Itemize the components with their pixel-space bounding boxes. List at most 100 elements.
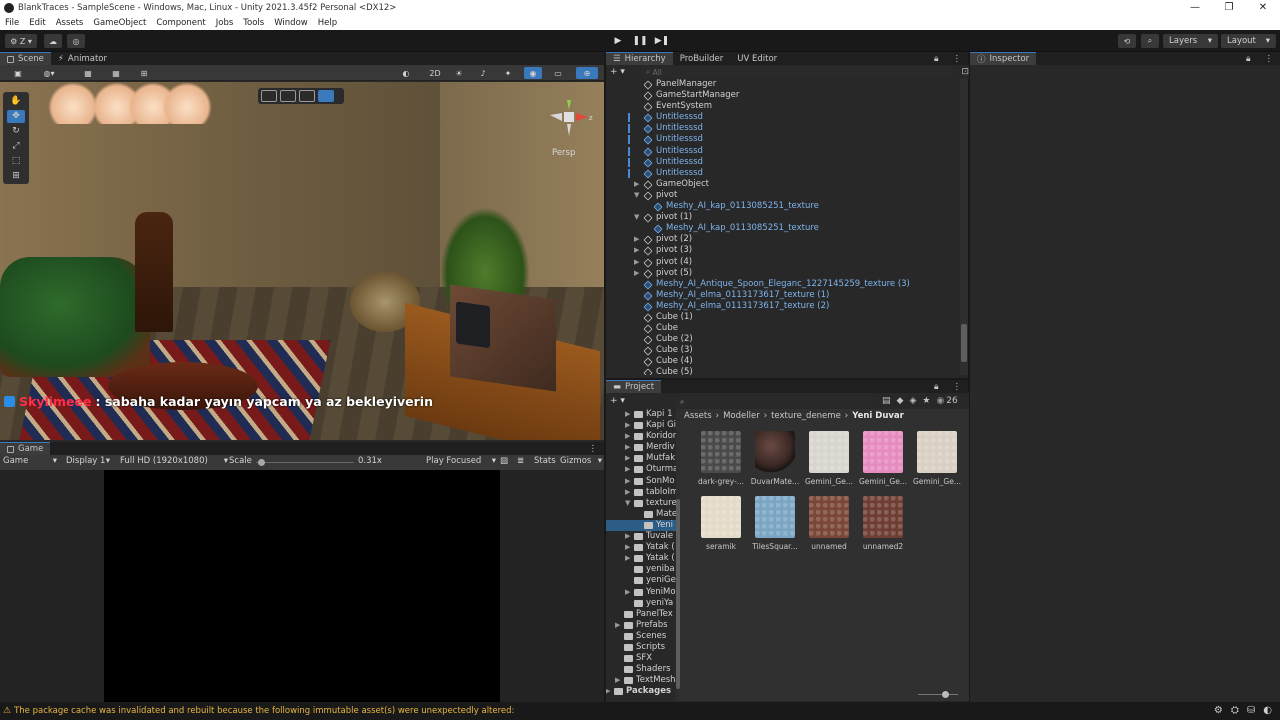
folder-tree-item[interactable]: Shaders xyxy=(606,664,676,675)
2d-toggle[interactable]: 2D xyxy=(426,67,444,79)
asset-item[interactable]: TilesSquar... xyxy=(750,496,800,551)
folder-tree-item[interactable]: ▶ Prefabs xyxy=(606,620,676,631)
tab-game[interactable]: Game xyxy=(0,442,51,455)
hierarchy-scrollbar[interactable] xyxy=(960,79,968,375)
minimize-button[interactable]: — xyxy=(1178,0,1212,16)
menu-tools[interactable]: Tools xyxy=(238,18,269,28)
play-icon[interactable]: ▶ xyxy=(608,33,628,48)
menu-help[interactable]: Help xyxy=(313,18,342,28)
tab-hierarchy[interactable]: ☰ Hierarchy xyxy=(606,52,673,65)
folder-tree-item[interactable]: Yeni xyxy=(606,519,676,532)
folder-tree-item[interactable]: ▶ Koridor xyxy=(606,431,676,442)
panel-menu-icon[interactable]: ⋮ xyxy=(1258,52,1280,65)
stats-toggle-icon[interactable]: ≣ xyxy=(517,456,524,466)
scale-slider-thumb[interactable] xyxy=(258,459,266,466)
account-button[interactable]: ⚙ Z ▾ xyxy=(5,34,37,48)
tab-animator[interactable]: ⚡ Animator xyxy=(51,52,114,65)
folder-tree-item[interactable]: ▶ Merdiv xyxy=(606,442,676,453)
increment-snap-icon[interactable]: ⊞ xyxy=(134,67,154,79)
chevron-right-icon[interactable]: ▶ xyxy=(625,531,630,542)
cloud-icon[interactable]: ☁ xyxy=(44,34,62,48)
grid-snap-icon[interactable]: ▦ xyxy=(78,67,98,79)
gizmos-icon[interactable]: ⊕ xyxy=(576,67,598,79)
label-icon[interactable]: ◈ xyxy=(909,396,916,406)
hierarchy-item[interactable]: Cube (5) xyxy=(606,367,964,375)
folder-tree-item[interactable]: ▶ Tuvale xyxy=(606,531,676,542)
stats-toggle[interactable]: Stats xyxy=(534,456,556,466)
search-by-label-icon[interactable]: ◆ xyxy=(897,396,904,406)
chevron-right-icon[interactable]: ▶ xyxy=(625,587,630,598)
folder-tree-item[interactable]: ▶ YeniMo xyxy=(606,587,676,598)
lock-icon[interactable]: 🔒︎ xyxy=(927,380,946,393)
hierarchy-item[interactable]: Cube (3) xyxy=(606,345,964,356)
folder-tree-item[interactable]: yeniba xyxy=(606,564,676,575)
chevron-down-icon[interactable]: ▼ xyxy=(625,498,630,509)
panel-menu-icon[interactable]: ⋮ xyxy=(946,380,969,393)
add-object-button[interactable]: + ▾ xyxy=(610,67,632,77)
chevron-right-icon[interactable]: ▶ xyxy=(606,686,610,697)
tab-project[interactable]: ▬ Project xyxy=(606,380,662,393)
cache-icon[interactable]: ⛁ xyxy=(1247,705,1255,716)
chevron-right-icon[interactable]: ▶ xyxy=(615,675,620,686)
tab-probuilder[interactable]: ProBuilder xyxy=(673,52,731,65)
hidden-objects-icon[interactable]: ◉ xyxy=(524,67,542,79)
hierarchy-item[interactable]: Untitlesssd xyxy=(606,134,964,145)
chevron-right-icon[interactable]: ▶ xyxy=(625,442,630,453)
hierarchy-item[interactable]: Cube xyxy=(606,323,964,334)
tab-inspector[interactable]: ⓘ Inspector xyxy=(970,52,1037,65)
lock-icon[interactable]: 🔒︎ xyxy=(1239,52,1258,65)
project-search-input[interactable]: ⌕ xyxy=(676,395,874,407)
layers-dropdown[interactable]: Layers ▾ xyxy=(1163,34,1218,48)
audio-icon[interactable]: ♪ xyxy=(474,67,492,79)
panel-menu-icon[interactable]: ⋮ xyxy=(946,52,969,65)
game-viewport[interactable] xyxy=(104,470,500,702)
hierarchy-item[interactable]: ▼ pivot xyxy=(606,190,964,201)
progress-icon[interactable]: ⛭ xyxy=(1231,705,1239,716)
vertex-mode-icon[interactable] xyxy=(280,90,296,102)
pause-icon[interactable]: ❚❚ xyxy=(630,33,650,48)
hierarchy-item[interactable]: Untitlesssd xyxy=(606,157,964,168)
hierarchy-item[interactable]: Meshy_AI_Antique_Spoon_Eleganc_122714525… xyxy=(606,279,964,290)
breadcrumb-item[interactable]: Modeller xyxy=(723,411,760,421)
asset-item[interactable]: DuvarMate... xyxy=(750,431,800,486)
edge-mode-icon[interactable] xyxy=(299,90,315,102)
hierarchy-item[interactable]: ▶ pivot (2) xyxy=(606,234,964,245)
folder-tree-item[interactable]: yeniGe xyxy=(606,575,676,586)
orientation-gizmo[interactable]: z Persp xyxy=(548,96,594,158)
folder-tree-item[interactable]: ▶ Oturma xyxy=(606,464,676,475)
resolution-dropdown[interactable]: Full HD (1920x1080) ▾ xyxy=(120,456,228,466)
folder-tree-item[interactable]: ▼ texture xyxy=(606,498,676,509)
camera-icon[interactable]: ▭ xyxy=(548,67,568,79)
menu-file[interactable]: File xyxy=(0,18,24,28)
menu-window[interactable]: Window xyxy=(269,18,313,28)
tab-uv-editor[interactable]: UV Editor xyxy=(730,52,784,65)
chevron-right-icon[interactable]: ▶ xyxy=(625,476,630,487)
scale-tool-icon[interactable]: ⤢ xyxy=(7,140,25,153)
chevron-right-icon[interactable]: ▶ xyxy=(625,453,630,464)
step-icon[interactable]: ▶❚ xyxy=(652,33,672,48)
bug-icon[interactable]: ⚙ xyxy=(1214,705,1223,716)
breadcrumb-item[interactable]: Assets xyxy=(684,411,712,421)
asset-item[interactable]: dark-grey-... xyxy=(696,431,746,486)
rect-tool-icon[interactable]: ⬚ xyxy=(7,155,25,168)
folder-tree-item[interactable]: ▶ Kapi Gi xyxy=(606,420,676,431)
chevron-right-icon[interactable]: ▶ xyxy=(625,487,630,498)
asset-item[interactable]: seramik xyxy=(696,496,746,551)
folder-tree-item[interactable]: Scenes xyxy=(606,631,676,642)
hierarchy-item[interactable]: Meshy_AI_kap_0113085251_texture xyxy=(606,223,964,234)
favorite-icon[interactable]: ★ xyxy=(922,396,930,406)
breadcrumb-current[interactable]: Yeni Duvar xyxy=(852,411,904,421)
icon-size-slider-thumb[interactable] xyxy=(942,691,949,698)
menu-gameobject[interactable]: GameObject xyxy=(88,18,151,28)
persp-label[interactable]: Persp xyxy=(552,148,575,158)
chevron-right-icon[interactable]: ▶ xyxy=(634,179,639,190)
hierarchy-item[interactable]: Cube (4) xyxy=(606,356,964,367)
scale-slider[interactable] xyxy=(256,459,354,466)
folder-tree-item[interactable]: ▶ SonMo xyxy=(606,476,676,487)
hand-tool-icon[interactable]: ✋ xyxy=(7,95,25,108)
chevron-down-icon[interactable]: ▼ xyxy=(634,212,639,223)
hierarchy-item[interactable]: GameStartManager xyxy=(606,90,964,101)
chevron-right-icon[interactable]: ▶ xyxy=(634,245,639,256)
create-asset-button[interactable]: + ▾ xyxy=(610,396,632,406)
menu-jobs[interactable]: Jobs xyxy=(211,18,239,28)
